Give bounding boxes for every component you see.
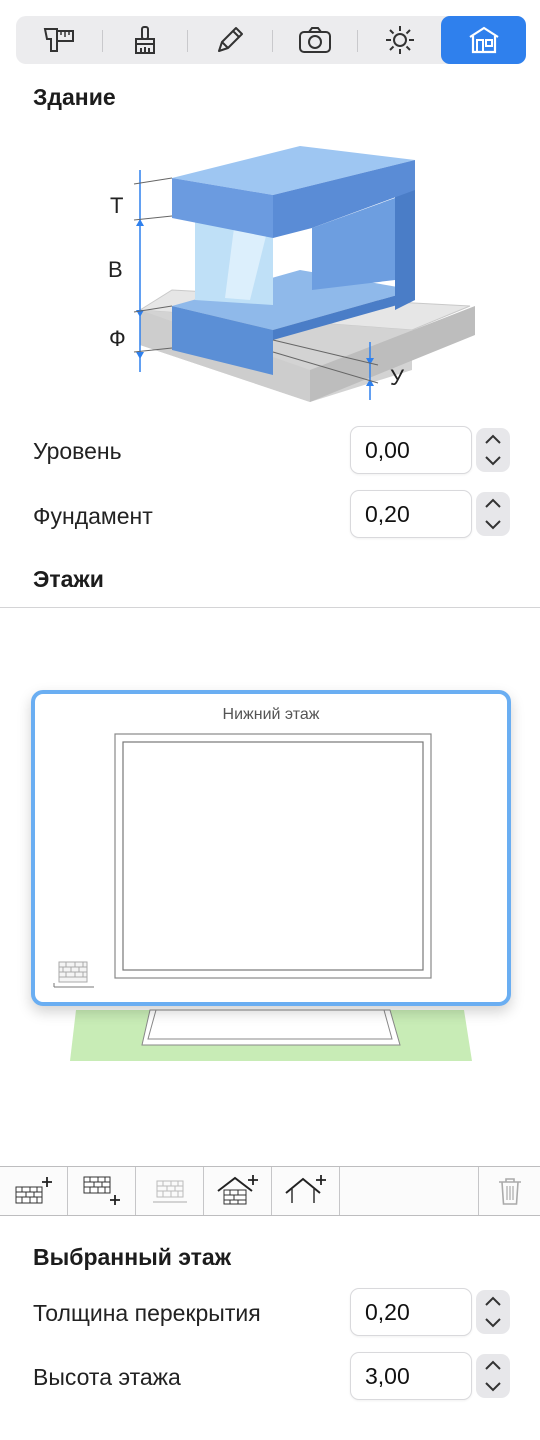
- floor-height-label: Высота этажа: [33, 1364, 181, 1390]
- floor-button-disabled[interactable]: [136, 1167, 204, 1215]
- trash-icon: [498, 1178, 521, 1205]
- label-v: В: [108, 257, 123, 282]
- sun-icon: [385, 26, 414, 54]
- label-f: Ф: [109, 326, 126, 351]
- level-label: Уровень: [33, 438, 122, 464]
- slab-thickness-stepper[interactable]: [476, 1290, 510, 1334]
- label-u: У: [390, 365, 405, 390]
- foundation-stepper[interactable]: [476, 492, 510, 536]
- chevron-up-icon[interactable]: [483, 433, 503, 445]
- pencil-icon: [217, 27, 243, 52]
- delete-floor-button[interactable]: [478, 1167, 540, 1215]
- slab-thickness-field[interactable]: 0,20: [350, 1288, 472, 1336]
- tab-brush[interactable]: [102, 16, 187, 64]
- level-field[interactable]: 0,00: [350, 426, 472, 474]
- add-roof-outline-button[interactable]: [272, 1167, 340, 1215]
- tab-building[interactable]: [441, 16, 526, 64]
- divider: [0, 607, 540, 608]
- add-floor-above-icon: [15, 1177, 52, 1204]
- floor-card-ground[interactable]: Нижний этаж: [31, 690, 511, 1006]
- chevron-up-icon[interactable]: [483, 1295, 503, 1307]
- floors-toolbar: [0, 1166, 540, 1216]
- building-base: [70, 1009, 472, 1061]
- building-heading: Здание: [33, 84, 116, 110]
- foundation-field[interactable]: 0,20: [350, 490, 472, 538]
- chevron-down-icon[interactable]: [483, 1381, 503, 1393]
- floor-disabled-icon: [152, 1180, 187, 1203]
- chevron-down-icon[interactable]: [483, 455, 503, 467]
- floor-card-title: Нижний этаж: [222, 706, 320, 723]
- label-t: Т: [110, 193, 123, 218]
- floor-plan: [114, 733, 432, 979]
- slab-thickness-label: Толщина перекрытия: [33, 1300, 261, 1326]
- tab-camera[interactable]: [272, 16, 357, 64]
- chevron-up-icon[interactable]: [483, 497, 503, 509]
- chevron-up-icon[interactable]: [483, 1359, 503, 1371]
- add-floor-below-icon: [83, 1176, 120, 1205]
- foundation-label: Фундамент: [33, 503, 153, 529]
- level-stepper[interactable]: [476, 428, 510, 472]
- add-floor-above-button[interactable]: [0, 1167, 68, 1215]
- chevron-down-icon[interactable]: [483, 519, 503, 531]
- add-roof-button[interactable]: [204, 1167, 272, 1215]
- brush-icon: [134, 26, 155, 54]
- floor-wall-icon: [53, 961, 94, 988]
- add-roof-outline-icon: [284, 1175, 326, 1203]
- floor-height-field[interactable]: 3,00: [350, 1352, 472, 1400]
- add-roof-icon: [216, 1175, 258, 1205]
- caliper-ruler-icon: [43, 28, 74, 52]
- chevron-down-icon[interactable]: [483, 1317, 503, 1329]
- tab-measure[interactable]: [16, 16, 101, 64]
- floor-height-stepper[interactable]: [476, 1354, 510, 1398]
- floors-heading: Этажи: [33, 566, 104, 592]
- add-floor-below-button[interactable]: [68, 1167, 136, 1215]
- tab-lighting[interactable]: [357, 16, 442, 64]
- building-diagram: Т В Ф У: [108, 146, 475, 402]
- selected-floor-heading: Выбранный этаж: [33, 1244, 232, 1270]
- camera-icon: [298, 27, 331, 53]
- inspector-tab-bar: [16, 16, 526, 64]
- building-icon: [468, 26, 499, 54]
- tab-pencil[interactable]: [187, 16, 272, 64]
